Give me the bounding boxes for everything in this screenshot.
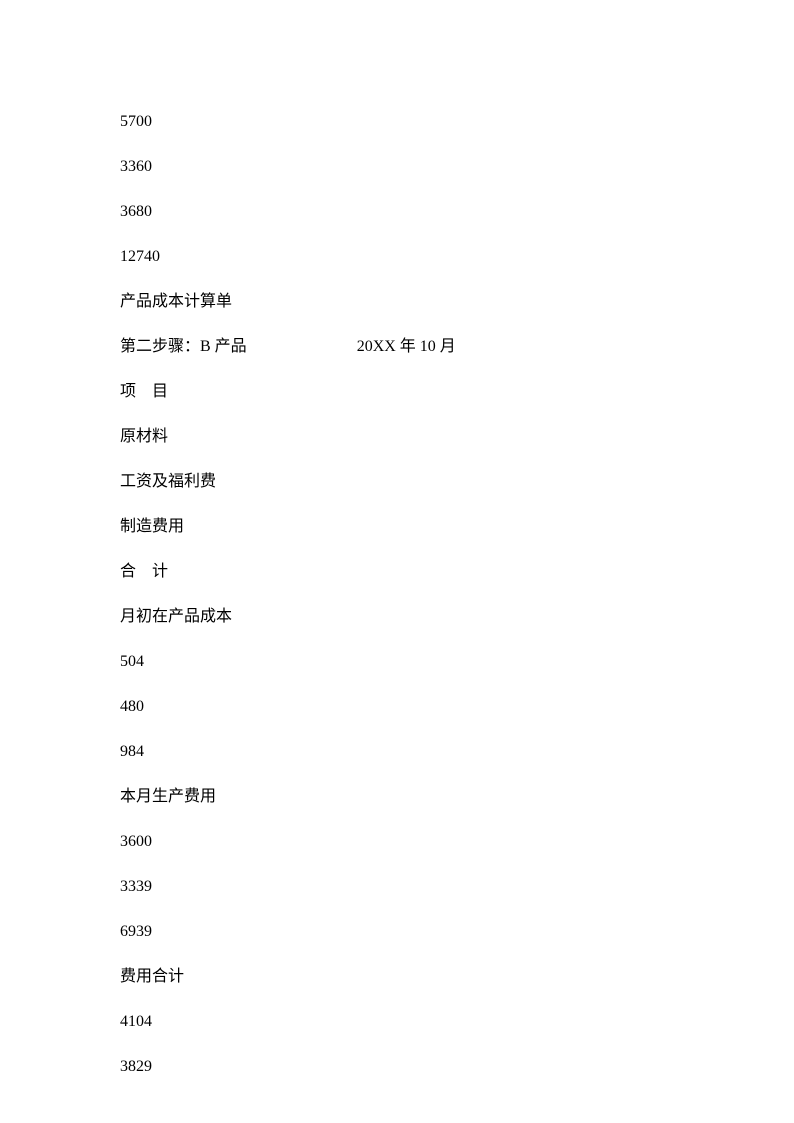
step-date: 20XX 年 10 月 (357, 335, 456, 359)
value-line: 5700 (120, 110, 674, 134)
value-line: 3360 (120, 155, 674, 179)
value-line: 3339 (120, 875, 674, 899)
value-line: 3600 (120, 830, 674, 854)
value-line: 984 (120, 740, 674, 764)
value-line: 12740 (120, 245, 674, 269)
category-wages: 工资及福利费 (120, 470, 674, 494)
value-line: 480 (120, 695, 674, 719)
document-title: 产品成本计算单 (120, 290, 674, 314)
step-label: 第二步骤：B 产品 (120, 335, 247, 359)
value-line: 504 (120, 650, 674, 674)
value-line: 3680 (120, 200, 674, 224)
value-line: 4104 (120, 1010, 674, 1034)
category-total: 合 计 (120, 560, 674, 584)
category-manufacturing: 制造费用 (120, 515, 674, 539)
step-info-line: 第二步骤：B 产品 20XX 年 10 月 (120, 335, 674, 359)
current-month-label: 本月生产费用 (120, 785, 674, 809)
category-raw-material: 原材料 (120, 425, 674, 449)
value-line: 3829 (120, 1055, 674, 1079)
value-line: 6939 (120, 920, 674, 944)
cost-total-label: 费用合计 (120, 965, 674, 989)
opening-wip-label: 月初在产品成本 (120, 605, 674, 629)
item-header: 项 目 (120, 380, 674, 404)
